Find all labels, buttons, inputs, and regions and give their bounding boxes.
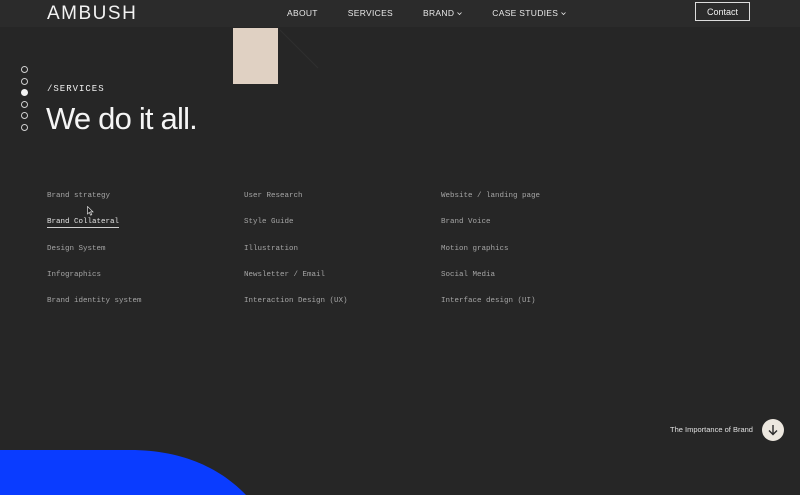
chevron-down-icon: [457, 11, 463, 15]
page: AMBUSH ABOUT SERVICES BRAND CASE STUDIES: [0, 0, 800, 495]
service-website-landing-page[interactable]: Website / landing page: [441, 192, 540, 200]
service-social-media[interactable]: Social Media: [441, 271, 495, 279]
service-brand-voice[interactable]: Brand Voice: [441, 218, 491, 226]
chevron-down-icon: [561, 11, 567, 15]
next-section-label[interactable]: The Importance of Brand: [670, 425, 753, 434]
nav-case-studies[interactable]: CASE STUDIES: [492, 8, 567, 18]
service-interface-design[interactable]: Interface design (UI): [441, 297, 536, 305]
service-motion-graphics[interactable]: Motion graphics: [441, 245, 509, 253]
pager-dot[interactable]: [21, 123, 28, 131]
arrow-down-icon: [768, 425, 778, 436]
nav-about[interactable]: ABOUT: [287, 8, 318, 18]
page-title: We do it all.: [46, 101, 198, 136]
nav-case-studies-label: CASE STUDIES: [492, 8, 559, 18]
service-user-research[interactable]: User Research: [244, 192, 303, 200]
nav-about-label: ABOUT: [287, 8, 318, 18]
decorative-blue-shape: [0, 450, 246, 495]
pager-dot[interactable]: [21, 77, 28, 85]
logo[interactable]: AMBUSH: [47, 3, 137, 25]
service-brand-collateral[interactable]: Brand Collateral: [47, 218, 120, 228]
service-illustration[interactable]: Illustration: [244, 245, 298, 253]
section-eyebrow: /SERVICES: [47, 84, 105, 94]
pager-dot-active[interactable]: [21, 89, 28, 97]
contact-button-label: Contact: [706, 6, 739, 17]
nav-services[interactable]: SERVICES: [348, 8, 393, 18]
service-style-guide[interactable]: Style Guide: [244, 218, 294, 226]
next-section-button[interactable]: [762, 419, 784, 441]
service-brand-strategy[interactable]: Brand strategy: [47, 192, 110, 200]
main-nav: ABOUT SERVICES BRAND CASE STUDIES: [287, 8, 567, 18]
nav-brand[interactable]: BRAND: [423, 8, 463, 18]
nav-brand-label: BRAND: [423, 8, 455, 18]
nav-services-label: SERVICES: [347, 8, 394, 18]
contact-button[interactable]: Contact: [695, 2, 750, 21]
top-navbar: AMBUSH ABOUT SERVICES BRAND CASE STUDIES: [0, 0, 800, 27]
pager-dot[interactable]: [21, 100, 28, 108]
service-interaction-design[interactable]: Interaction Design (UX): [244, 297, 348, 305]
mouse-cursor-icon: [87, 206, 94, 216]
pager-dot[interactable]: [21, 112, 28, 120]
service-brand-identity-system[interactable]: Brand identity system: [47, 297, 142, 305]
service-newsletter-email[interactable]: Newsletter / Email: [244, 271, 325, 279]
service-design-system[interactable]: Design System: [47, 245, 106, 253]
decorative-line: [279, 29, 319, 69]
service-infographics[interactable]: Infographics: [47, 271, 101, 279]
decorative-card: [233, 28, 278, 84]
pager-dot[interactable]: [21, 66, 28, 73]
section-pager: [21, 66, 28, 136]
